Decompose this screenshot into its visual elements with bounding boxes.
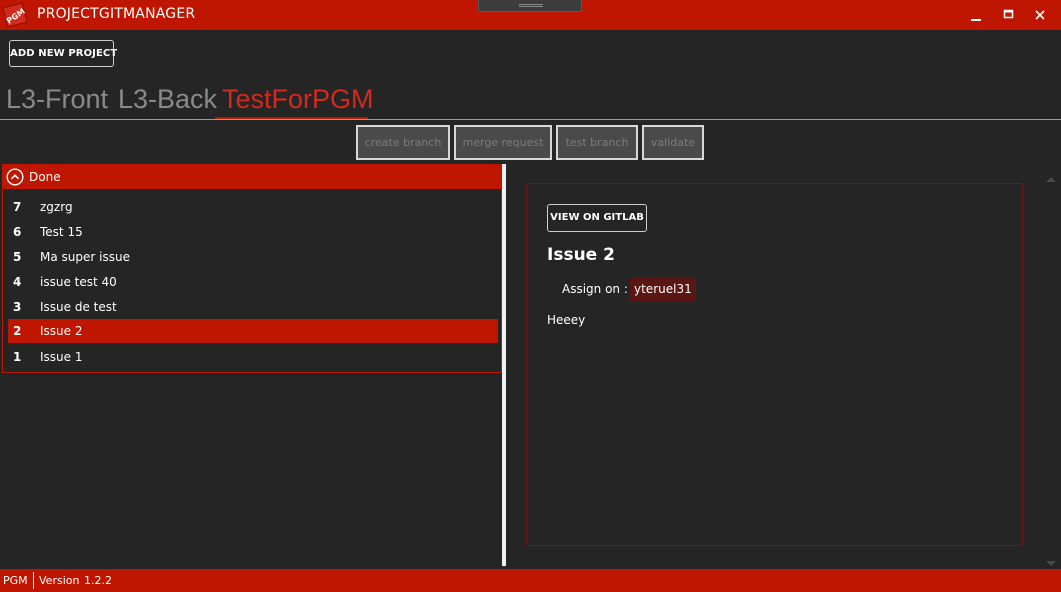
issue-row[interactable]: 4 issue test 40 (8, 270, 498, 294)
issue-title: Test 15 (40, 225, 83, 239)
issues-group-done: Done 7 zgzrg 6 Test 15 5 Ma super issue … (2, 164, 502, 373)
scroll-down-icon[interactable] (1045, 553, 1057, 566)
issue-number: 6 (13, 225, 22, 239)
issue-row[interactable]: 6 Test 15 (8, 220, 498, 244)
close-icon (1030, 6, 1050, 24)
assign-label: Assign on : (562, 282, 628, 296)
status-app-name: PGM (3, 574, 28, 587)
issue-detail-panel: VIEW ON GITLAB Issue 2 Assign on : yteru… (526, 183, 1023, 546)
maximize-icon (999, 6, 1019, 24)
drag-grip-handle[interactable] (478, 0, 582, 12)
issue-title: Issue 2 (40, 324, 83, 338)
issue-number: 3 (13, 300, 22, 314)
issue-number: 4 (13, 275, 22, 289)
issue-title: Issue 1 (40, 350, 83, 364)
issue-row[interactable]: 1 Issue 1 (8, 345, 498, 369)
issue-row[interactable]: 7 zgzrg (8, 195, 498, 219)
issue-detail-title: Issue 2 (547, 245, 615, 265)
test-branch-button[interactable]: test branch (556, 125, 638, 160)
group-title: Done (29, 170, 61, 184)
minimize-button[interactable] (966, 6, 986, 24)
issue-row[interactable]: 5 Ma super issue (8, 245, 498, 269)
minimize-icon (966, 6, 986, 24)
validate-button[interactable]: validate (642, 125, 704, 160)
panel-splitter[interactable] (502, 164, 506, 566)
issue-number: 5 (13, 250, 22, 264)
issue-title: Ma super issue (40, 250, 130, 264)
issue-number: 7 (13, 200, 22, 214)
scroll-up-icon[interactable] (1045, 168, 1057, 182)
project-tabs: L3-Front L3-Back TestForPGM (0, 82, 1061, 120)
close-button[interactable] (1030, 6, 1050, 24)
status-divider (33, 572, 34, 589)
chevron-up-circle-icon[interactable] (6, 168, 24, 186)
view-on-gitlab-button[interactable]: VIEW ON GITLAB (547, 204, 647, 232)
tabs-divider (0, 119, 1061, 120)
status-bar: PGM Version 1.2.2 (0, 569, 1061, 592)
issue-number: 2 (13, 324, 22, 338)
status-version: 1.2.2 (84, 574, 112, 587)
issue-title: zgzrg (40, 200, 73, 214)
tab-l3-front[interactable]: L3-Front (6, 82, 108, 116)
tab-l3-back[interactable]: L3-Back (118, 82, 217, 116)
issue-number: 1 (13, 350, 22, 364)
app-title: PROJECTGITMANAGER (37, 6, 196, 22)
maximize-button[interactable] (999, 6, 1019, 24)
group-header[interactable]: Done (3, 165, 501, 189)
issue-row[interactable]: 3 Issue de test (8, 295, 498, 319)
issue-description: Heeey (547, 313, 586, 327)
issue-title: issue test 40 (40, 275, 117, 289)
merge-request-button[interactable]: merge request (454, 125, 552, 160)
title-bar[interactable]: PGM PROJECTGITMANAGER (0, 0, 1061, 30)
issue-row-selected[interactable]: 2 Issue 2 (8, 319, 498, 343)
assignee-badge[interactable]: yteruel31 (630, 277, 696, 301)
tab-testforpgm[interactable]: TestForPGM (222, 82, 374, 116)
issue-title: Issue de test (40, 300, 117, 314)
status-version-label: Version (39, 574, 80, 587)
add-new-project-button[interactable]: ADD NEW PROJECT (9, 40, 117, 67)
create-branch-button[interactable]: create branch (356, 125, 450, 160)
app-logo: PGM (0, 0, 30, 30)
